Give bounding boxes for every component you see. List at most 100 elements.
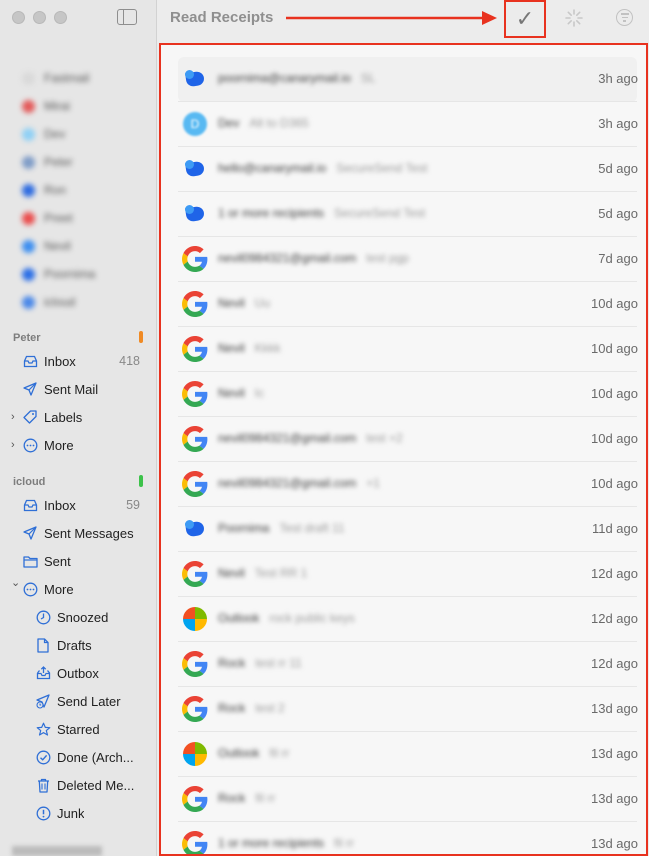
- sidebar-item-send-later[interactable]: Send Later: [0, 687, 156, 715]
- account-avatar: [22, 183, 35, 197]
- receipt-time: 10d ago: [591, 386, 638, 401]
- sidebar-item-sent-mail[interactable]: Sent Mail: [0, 375, 156, 403]
- receipt-row[interactable]: nevil0984321@gmail.com +1 10d ago: [178, 462, 638, 507]
- sender-name: nevil0984321@gmail.com: [218, 476, 357, 490]
- sidebar-item-junk[interactable]: Junk: [0, 799, 156, 827]
- document-icon: [35, 637, 51, 653]
- sidebar-account[interactable]: icloud: [0, 288, 156, 316]
- sidebar-item-deleted-me[interactable]: Deleted Me...: [0, 771, 156, 799]
- receipt-row[interactable]: nevil0984321@gmail.com test pgp 7d ago: [178, 237, 638, 282]
- receipt-row[interactable]: 1 or more recipients SecureSend Test 5d ag…: [178, 192, 638, 237]
- sender-avatar: [182, 741, 208, 767]
- sidebar-item-outbox[interactable]: Outbox: [0, 659, 156, 687]
- sidebar-item-label: Starred: [57, 721, 100, 737]
- sidebar-account[interactable]: Nevil: [0, 232, 156, 260]
- receipt-row[interactable]: Nevil Kkkk 10d ago: [178, 327, 638, 372]
- toolbar: Read Receipts ✓: [158, 0, 649, 40]
- outbox-icon: [35, 665, 51, 681]
- chevron-right-icon[interactable]: ›: [11, 411, 15, 423]
- receipt-sender: nevil0984321@gmail.com +1: [218, 476, 380, 490]
- sidebar-item-inbox[interactable]: Inbox 418: [0, 347, 156, 375]
- more-circle-icon: [22, 437, 38, 453]
- sender-name: hello@canarymail.io: [218, 161, 327, 175]
- sidebar-item-label: More: [44, 581, 74, 597]
- sidebar-account[interactable]: Poornima: [0, 260, 156, 288]
- receipt-row[interactable]: Rock test 2 13d ago: [178, 687, 638, 732]
- sender-name: Rock: [218, 701, 246, 715]
- sidebar-item-starred[interactable]: Starred: [0, 715, 156, 743]
- sidebar-item-done-arch[interactable]: Done (Arch...: [0, 743, 156, 771]
- account-avatar: [22, 267, 35, 281]
- sender-avatar: [182, 66, 208, 92]
- sender-name: Outlook: [218, 746, 260, 760]
- sender-name: 1 or more recipients: [218, 836, 325, 850]
- google-icon: [182, 561, 208, 587]
- google-icon: [182, 381, 208, 407]
- sidebar-account[interactable]: Preet: [0, 204, 156, 232]
- minimize-window-button[interactable]: [33, 11, 46, 24]
- receipt-time: 12d ago: [591, 566, 638, 581]
- chevron-down-icon[interactable]: ⌄: [11, 576, 20, 589]
- sidebar-item-drafts[interactable]: Drafts: [0, 631, 156, 659]
- account-avatar: [22, 71, 35, 85]
- google-icon: [182, 291, 208, 317]
- sidebar-account[interactable]: Dev: [0, 120, 156, 148]
- loading-spinner-icon[interactable]: [564, 8, 584, 28]
- sidebar-item-label: Labels: [44, 409, 83, 425]
- receipt-time: 5d ago: [598, 161, 638, 176]
- receipt-row[interactable]: Outlook fil rr 13d ago: [178, 732, 638, 777]
- receipt-subject: Uu: [254, 296, 271, 310]
- receipt-row[interactable]: hello@canarymail.io SecureSend Test 5d ago: [178, 147, 638, 192]
- account-list: Fastmail Mirai Dev Peter Ron Preet Nevil Poorni…: [0, 64, 156, 316]
- receipt-time: 12d ago: [591, 656, 638, 671]
- receipt-row[interactable]: D Dev Alt to D365 3h ago: [178, 102, 638, 147]
- chevron-right-icon[interactable]: ›: [11, 439, 15, 451]
- receipt-row[interactable]: Nevil Ic 10d ago: [178, 372, 638, 417]
- sidebar-account[interactable]: Peter: [0, 148, 156, 176]
- receipt-time: 13d ago: [591, 836, 638, 851]
- account-name: Preet: [44, 211, 73, 225]
- sidebar-item-inbox[interactable]: Inbox 59: [0, 491, 156, 519]
- account-name: Nevil: [44, 239, 71, 253]
- canary-icon: [185, 205, 205, 221]
- receipt-row[interactable]: nevil0984321@gmail.com test +2 10d ago: [178, 417, 638, 462]
- sidebar-toggle-icon[interactable]: [117, 9, 137, 25]
- receipt-sender: 1 or more recipients SecureSend Test: [218, 206, 425, 220]
- sender-avatar: [182, 516, 208, 542]
- sidebar-item-more[interactable]: › More: [0, 431, 156, 459]
- receipt-sender: 1 or more recipients fil rr: [218, 836, 354, 850]
- sidebar-item-label: Sent Mail: [44, 381, 99, 397]
- sidebar-item-sent-messages[interactable]: Sent Messages: [0, 519, 156, 547]
- sidebar-account[interactable]: Mirai: [0, 92, 156, 120]
- receipt-row[interactable]: 1 or more recipients fil rr 13d ago: [178, 822, 638, 854]
- sidebar-account[interactable]: Fastmail: [0, 64, 156, 92]
- close-window-button[interactable]: [12, 11, 25, 24]
- receipt-time: 3h ago: [598, 116, 638, 131]
- zoom-window-button[interactable]: [54, 11, 67, 24]
- receipt-row[interactable]: Nevil Test RR 1 12d ago: [178, 552, 638, 597]
- receipt-row[interactable]: Outlook rock public keys 12d ago: [178, 597, 638, 642]
- filter-icon[interactable]: [616, 9, 633, 26]
- receipt-row[interactable]: Rock test rr 11 12d ago: [178, 642, 638, 687]
- sender-name: Outlook: [218, 611, 260, 625]
- sidebar-account[interactable]: Ron: [0, 176, 156, 204]
- receipt-sender: Nevil Kkkk: [218, 341, 281, 355]
- sidebar-item-more[interactable]: ⌄ More: [0, 575, 156, 603]
- sender-avatar: [182, 651, 208, 677]
- inbox-icon: [22, 497, 38, 513]
- sender-name: nevil0984321@gmail.com: [218, 431, 357, 445]
- sidebar-item-labels[interactable]: › Labels: [0, 403, 156, 431]
- account-name: Poornima: [44, 267, 96, 281]
- sidebar-item-label: Inbox: [44, 353, 76, 369]
- receipt-subject: Test RR 1: [254, 566, 308, 580]
- dev-avatar-icon: D: [183, 112, 207, 136]
- sidebar-item-snoozed[interactable]: Snoozed: [0, 603, 156, 631]
- sidebar-item-sent[interactable]: Sent: [0, 547, 156, 575]
- receipt-row[interactable]: Nevil Uu 10d ago: [178, 282, 638, 327]
- receipt-row[interactable]: Rock fil rr 13d ago: [178, 777, 638, 822]
- sidebar-item-label: Junk: [57, 805, 85, 821]
- receipt-row[interactable]: poornima@canarymail.io SL 3h ago: [178, 57, 638, 102]
- receipt-row[interactable]: Poornima Test draft 11 11d ago: [178, 507, 638, 552]
- mark-read-button[interactable]: ✓: [504, 0, 546, 38]
- canary-icon: [185, 520, 205, 536]
